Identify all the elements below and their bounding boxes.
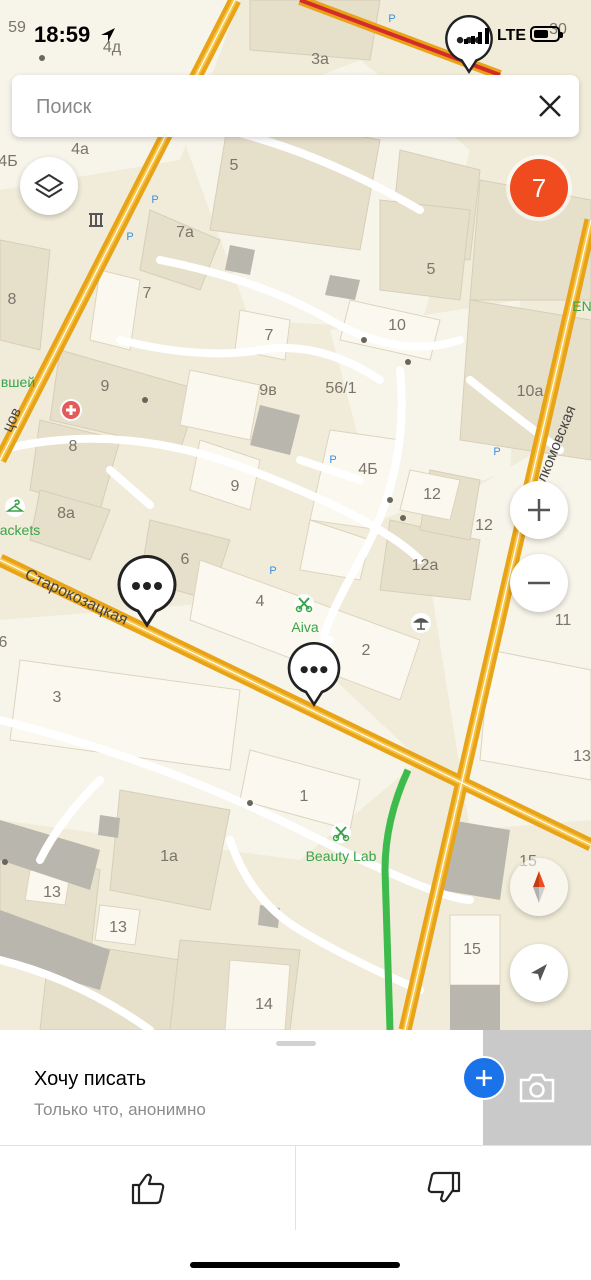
poi-label-vshey[interactable]: вшей [1,374,35,390]
add-button[interactable] [462,1056,506,1100]
zoom-out-button[interactable] [510,554,568,612]
compass-button[interactable] [510,858,568,916]
hanger-icon[interactable] [4,496,26,518]
minus-icon [528,581,550,585]
house-number: 4 [255,593,265,610]
house-number: 12а [411,557,439,574]
layers-button[interactable] [20,157,78,215]
cluster-count-badge[interactable]: 7 [510,159,568,217]
house-number: 13 [43,884,61,901]
like-button[interactable] [0,1146,295,1230]
house-number: 56/1 [325,380,357,397]
house-number: 15 [463,941,481,958]
cluster-count: 7 [531,172,547,203]
house-number: 9 [230,478,240,495]
post-title: Хочу писать [34,1068,147,1090]
status-time: 18:59 [34,22,91,47]
house-number: 13 [573,748,591,765]
house-number: 12 [423,486,441,503]
house-number: 8 [68,438,78,455]
signal-icon [464,28,489,44]
post-subtitle: Только что, анонимно [34,1100,206,1119]
house-number: 13 [109,919,127,936]
house-number: 5 [426,261,436,278]
plus-icon [528,499,550,521]
chat-marker[interactable] [116,555,178,629]
dislike-button[interactable] [296,1146,591,1230]
zoom-in-button[interactable] [510,481,568,539]
home-indicator[interactable] [190,1262,400,1268]
svg-text:P: P [126,231,133,243]
search-bar [12,75,579,139]
house-number: 7 [264,327,274,344]
navigation-arrow-icon [531,964,547,981]
poi-label-ackets[interactable]: ackets [0,522,40,538]
house-number: 10а [516,383,544,400]
pharmacy-icon[interactable] [59,398,83,422]
network-type: LTE [497,27,527,44]
layers-icon [34,173,64,199]
plus-icon [476,1070,492,1086]
svg-text:P: P [329,454,336,466]
house-number: 3 [52,689,62,706]
cafe-icon[interactable] [410,612,432,634]
house-number: 9 [100,378,110,395]
house-number: 7 [142,285,152,302]
house-number: 6 [180,551,190,568]
map[interactable]: PPP PPP 59 4д 3а 30 4а 4Б 5 7а 5 8 7 10 … [0,0,591,1030]
house-number: 4Б [0,153,18,170]
thumbs-up-icon [131,1173,164,1205]
svg-text:P: P [151,194,158,206]
house-number: 6 [0,634,8,651]
house-number: 8а [57,505,75,522]
poi-label-en[interactable]: EN [572,298,591,314]
status-bar: 18:59 LTE [0,0,591,70]
house-number: 7а [176,224,194,241]
location-arrow-icon [101,28,115,42]
house-number: 14 [255,996,273,1013]
camera-icon [519,1073,555,1103]
house-number: 9в [259,382,277,399]
house-number: 12 [475,517,493,534]
house-number: 1 [299,788,309,805]
monument-icon[interactable] [86,209,106,229]
house-number: 8 [7,291,17,308]
house-number: 4Б [358,461,378,478]
svg-text:P: P [493,446,500,458]
close-icon[interactable] [533,89,567,123]
battery-icon [530,26,563,42]
house-number: 5 [229,157,239,174]
scissors-icon[interactable] [293,593,315,615]
house-number: 10 [388,317,406,334]
compass-icon [533,871,545,903]
scissors-icon[interactable] [330,822,352,844]
house-number: 4а [71,141,89,158]
poi-label-beauty-lab[interactable]: Beauty Lab [306,848,377,864]
poi-label-aiva[interactable]: Aiva [291,619,318,635]
house-number: 1а [160,848,178,865]
house-number: 2 [361,642,371,659]
chat-marker[interactable] [286,642,342,708]
search-input[interactable] [34,75,518,139]
thumbs-down-icon [427,1171,460,1203]
my-location-button[interactable] [510,944,568,1002]
house-number: 11 [554,612,572,629]
svg-text:P: P [269,565,276,577]
sheet-drag-handle[interactable] [276,1041,316,1046]
